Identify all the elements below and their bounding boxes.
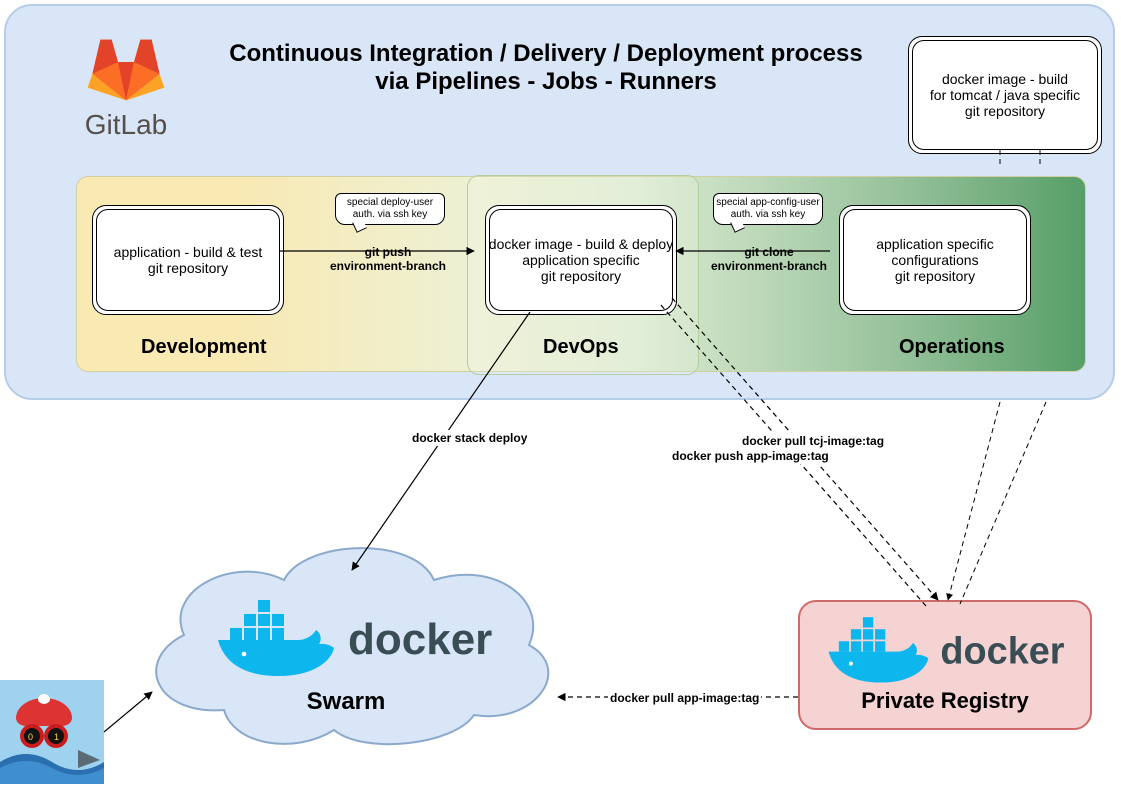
edge-line: environment-branch — [699, 259, 839, 273]
label-docker-pull-app: docker pull app-image:tag — [608, 690, 761, 706]
label-docker-push-app: docker push app-image:tag — [670, 448, 831, 464]
note-line: special app-config-user — [714, 197, 822, 209]
diagram-title: Continuous Integration / Delivery / Depl… — [216, 40, 876, 96]
edge-git-clone: git clone environment-branch — [699, 245, 839, 273]
repo-app-config: application specific configurations git … — [839, 205, 1031, 315]
gitlab-wordmark: GitLab — [66, 109, 186, 141]
gitlab-icon — [86, 26, 166, 106]
docker-swarm-cloud: docker Swarm — [134, 530, 558, 756]
edge-line: environment-branch — [323, 259, 453, 273]
gitlab-logo: GitLab — [66, 26, 186, 151]
note-line: auth. via ssh key — [714, 209, 822, 221]
repo-app-build-test: application - build & test git repositor… — [92, 205, 284, 315]
docker-logo-registry: docker — [818, 612, 1080, 686]
pipeline-zone: application - build & test git repositor… — [76, 176, 1086, 372]
svg-text:docker: docker — [348, 615, 492, 664]
repo-line: docker image - build — [909, 71, 1101, 87]
repo-line: git repository — [840, 268, 1030, 284]
repo-line: application specific — [840, 236, 1030, 252]
repo-tomcat-java-image: docker image - build for tomcat / java s… — [908, 36, 1102, 154]
zone-devops-label: DevOps — [543, 336, 619, 359]
repo-line: application specific — [486, 252, 676, 268]
docker-private-registry: docker Private Registry — [798, 600, 1092, 730]
label-docker-pull-tcj: docker pull tcj-image:tag — [740, 433, 886, 449]
docker-icon: docker — [208, 594, 508, 680]
zone-development-label: Development — [141, 336, 267, 359]
edge-line: git push — [323, 245, 453, 259]
docker-icon: docker — [818, 612, 1080, 686]
repo-line: docker image - build & deploy — [486, 236, 676, 252]
avatar-icon: 0 1 — [0, 680, 104, 784]
title-line-1: Continuous Integration / Delivery / Depl… — [229, 40, 862, 67]
registry-label: Private Registry — [800, 688, 1090, 714]
note-line: auth. via ssh key — [336, 209, 444, 221]
repo-line: configurations — [840, 252, 1030, 268]
svg-text:1: 1 — [54, 732, 59, 742]
swarm-label: Swarm — [134, 688, 558, 716]
zone-operations-label: Operations — [899, 336, 1005, 359]
repo-line: git repository — [93, 260, 283, 276]
repo-line: application - build & test — [93, 244, 283, 260]
title-line-2: via Pipelines - Jobs - Runners — [375, 68, 716, 95]
svg-text:docker: docker — [940, 631, 1064, 673]
edge-line: git clone — [699, 245, 839, 259]
svg-text:0: 0 — [28, 732, 33, 742]
edge-git-push: git push environment-branch — [323, 245, 453, 273]
docker-logo-swarm: docker — [208, 594, 508, 680]
note-app-config-user: special app-config-user auth. via ssh ke… — [713, 193, 823, 225]
note-line: special deploy-user — [336, 197, 444, 209]
gitlab-ci-container: GitLab Continuous Integration / Delivery… — [4, 4, 1115, 400]
repo-line: for tomcat / java specific — [909, 87, 1101, 103]
repo-docker-build-deploy: docker image - build & deploy applicatio… — [485, 205, 677, 315]
repo-line: git repository — [909, 103, 1101, 119]
note-deploy-user: special deploy-user auth. via ssh key — [335, 193, 445, 225]
label-docker-stack-deploy: docker stack deploy — [410, 430, 529, 446]
repo-line: git repository — [486, 268, 676, 284]
